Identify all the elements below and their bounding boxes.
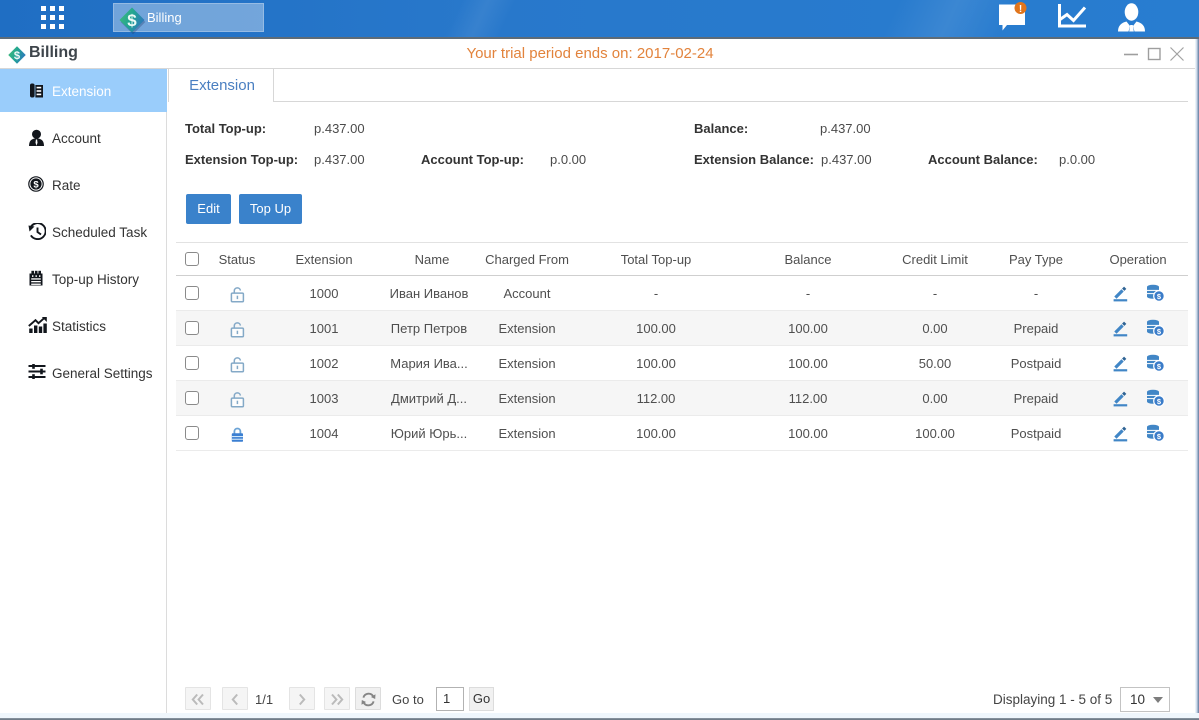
svg-text:$: $ <box>127 11 137 30</box>
svg-text:$: $ <box>14 50 21 62</box>
svg-text:$: $ <box>33 179 39 190</box>
svg-text:!: ! <box>1019 4 1022 15</box>
